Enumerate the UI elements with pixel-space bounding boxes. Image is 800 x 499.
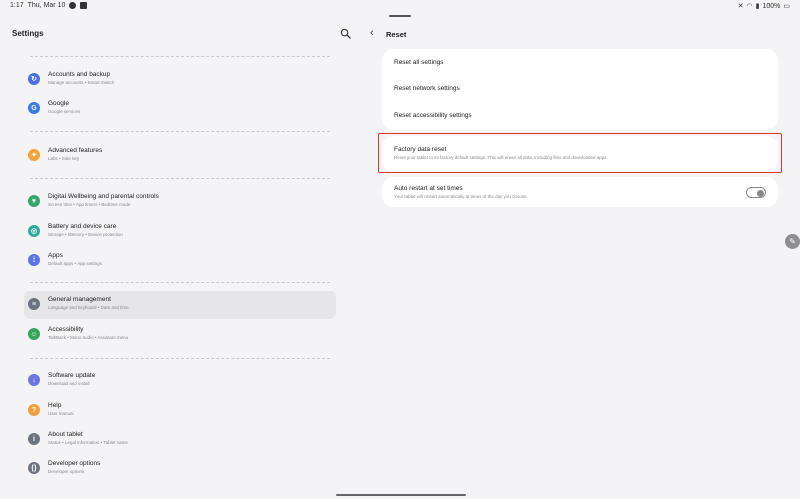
about-tablet-icon: i [28, 433, 40, 445]
sidebar-item-label: General management [48, 296, 111, 303]
wellbeing-icon: ♥ [28, 195, 40, 207]
reset-all-settings[interactable]: Reset all settings [394, 59, 444, 66]
divider [30, 282, 330, 283]
sidebar-item-subtitle: Labs • Side key [48, 156, 80, 161]
toggle-knob [757, 189, 764, 197]
device-care-icon: ◎ [28, 225, 40, 237]
edit-icon[interactable]: ✎ [785, 234, 800, 249]
sidebar-item-label: Help [48, 402, 62, 409]
drag-handle[interactable] [389, 15, 411, 17]
sidebar-item-subtitle: Screen time • App timers • Bedtime mode [48, 202, 131, 207]
sidebar-item-google[interactable]: G Google Google services [24, 95, 336, 123]
divider [30, 56, 330, 57]
sidebar-item-label: Battery and device care [48, 223, 117, 230]
developer-options-icon: {} [28, 462, 40, 474]
status-time: 1:17 [10, 2, 24, 9]
apps-icon: ⁞ [28, 254, 40, 266]
sidebar-item-help[interactable]: ? Help User manual [24, 397, 336, 425]
sidebar-item-label: Software update [48, 372, 96, 379]
sidebar-item-subtitle: Storage • Memory • Device protection [48, 232, 123, 237]
sidebar-item-general-management[interactable]: ≡ General management Language and keyboa… [24, 291, 336, 319]
sidebar-item-label: Digital Wellbeing and parental controls [48, 193, 159, 200]
divider [30, 178, 330, 179]
reset-accessibility-settings[interactable]: Reset accessibility settings [394, 112, 472, 119]
reset-options-card: Reset all settings Reset network setting… [382, 49, 778, 130]
sidebar-item-subtitle: User manual [48, 411, 74, 416]
sidebar-item-subtitle: Status • Legal information • Tablet name [48, 440, 128, 445]
gallery-notification-icon [80, 2, 88, 9]
notification-icon [69, 2, 77, 9]
sidebar-item-subtitle: Developer options [48, 469, 85, 474]
sidebar-item-subtitle: Language and keyboard • Date and time [48, 305, 129, 310]
auto-restart-description: Your tablet will restart automatically a… [394, 194, 528, 199]
google-icon: G [28, 102, 40, 114]
battery-icon: ▭ [783, 3, 790, 10]
divider [30, 358, 330, 359]
sidebar-item-accounts-and-backup[interactable]: ↻ Accounts and backup Manage accounts • … [24, 66, 336, 94]
search-icon[interactable] [340, 28, 351, 39]
sidebar-item-developer-options[interactable]: {} Developer options Developer options [24, 455, 336, 483]
status-bar: 1:17 Thu, Mar 10 ✕ ◠ ▮ 100% ▭ [0, 0, 800, 12]
accounts-icon: ↻ [28, 73, 40, 85]
highlight-box [378, 133, 782, 173]
advanced-features-icon: ✦ [28, 149, 40, 161]
sidebar-item-digital-wellbeing[interactable]: ♥ Digital Wellbeing and parental control… [24, 188, 336, 216]
divider [30, 131, 330, 132]
general-management-icon: ≡ [28, 298, 40, 310]
sidebar-item-about-tablet[interactable]: i About tablet Status • Legal informatio… [24, 426, 336, 454]
sidebar-item-advanced-features[interactable]: ✦ Advanced features Labs • Side key [24, 142, 336, 170]
sidebar-item-battery-and-device-care[interactable]: ◎ Battery and device care Storage • Memo… [24, 218, 336, 246]
wifi-icon: ◠ [746, 3, 753, 10]
page-title: Settings [12, 29, 44, 38]
accessibility-icon: ☺ [28, 328, 40, 340]
sidebar-item-subtitle: Google services [48, 109, 81, 114]
sidebar-item-subtitle: Default apps • App settings [48, 261, 102, 266]
sidebar-item-label: About tablet [48, 431, 83, 438]
battery-level: 100% [762, 2, 781, 10]
sidebar-item-label: Apps [48, 252, 63, 259]
sidebar-item-software-update[interactable]: ↓ Software update Download and install [24, 367, 336, 395]
back-button[interactable]: ‹ [370, 27, 374, 39]
sidebar-item-label: Developer options [48, 460, 101, 467]
page-title: Reset [386, 30, 407, 39]
mute-icon: ✕ [737, 3, 744, 10]
sidebar-item-apps[interactable]: ⁞ Apps Default apps • App settings [24, 247, 336, 275]
sidebar-item-label: Google [48, 100, 69, 107]
status-date: Thu, Mar 10 [27, 2, 66, 9]
auto-restart-item[interactable]: Auto restart at set times Your tablet wi… [382, 177, 778, 207]
sidebar-item-accessibility[interactable]: ☺ Accessibility TalkBack • Mono audio • … [24, 321, 336, 349]
auto-restart-label: Auto restart at set times [394, 185, 463, 192]
help-icon: ? [28, 404, 40, 416]
signal-icon: ▮ [755, 3, 760, 10]
reset-network-settings[interactable]: Reset network settings [394, 85, 460, 92]
sidebar-item-label: Accounts and backup [48, 71, 111, 78]
sidebar-item-subtitle: TalkBack • Mono audio • Assistant menu [48, 335, 129, 340]
sidebar-item-label: Accessibility [48, 326, 84, 333]
sidebar-item-label: Advanced features [48, 147, 103, 154]
navigation-bar[interactable] [336, 494, 466, 496]
software-update-icon: ↓ [28, 374, 40, 386]
auto-restart-toggle[interactable] [746, 187, 766, 198]
sidebar-item-subtitle: Download and install [48, 381, 90, 386]
sidebar-item-subtitle: Manage accounts • Smart Switch [48, 80, 115, 85]
